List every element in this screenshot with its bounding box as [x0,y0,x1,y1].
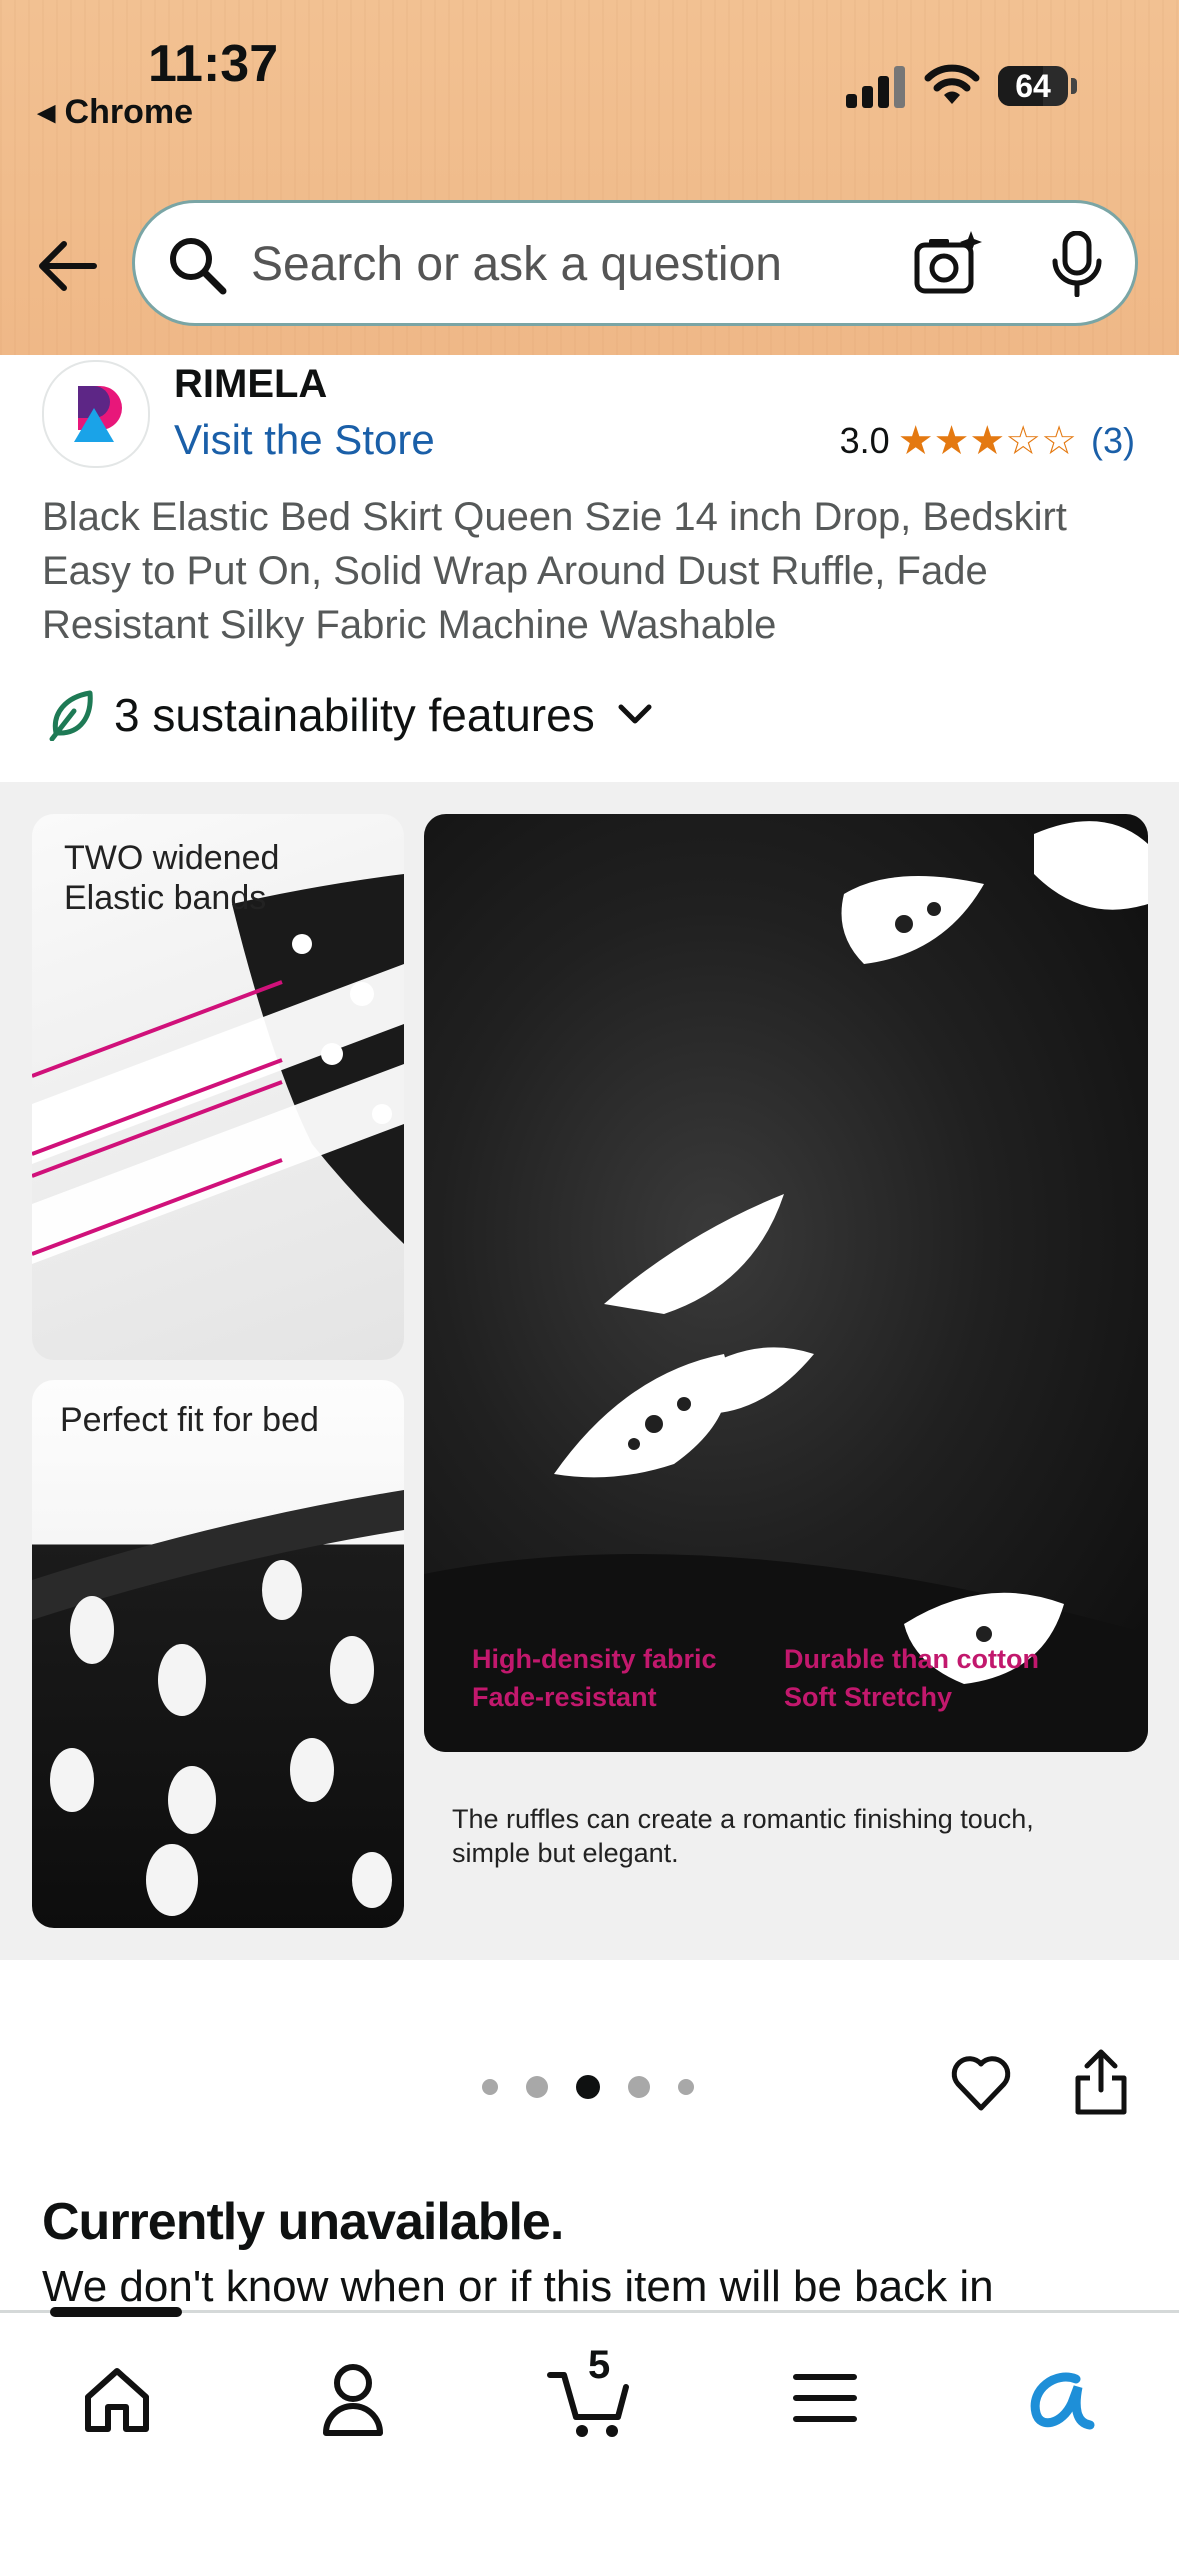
active-tab-indicator [50,2307,182,2317]
search-bar[interactable] [132,200,1138,326]
share-icon[interactable] [1072,2048,1130,2116]
image-caption: The ruffles can create a romantic finish… [452,1802,1132,1870]
camera-search-icon[interactable] [913,229,983,299]
ruffle-pattern-illustration [32,1490,404,1916]
star-empty-icon: ☆ [1005,419,1042,463]
butterfly-fabric-illustration [424,821,1148,1752]
heart-icon[interactable] [950,2052,1012,2114]
product-image-gallery[interactable]: TWO widened Elastic bands Perfect fit fo… [0,782,1179,1960]
caption-line: The ruffles can create a romantic finish… [452,1804,1034,1834]
rating-summary[interactable]: 3.0 ★ ★ ★ ☆ ☆ (3) [840,420,1135,462]
brand-logo-mark [74,386,122,442]
product-title: Black Elastic Bed Skirt Queen Szie 14 in… [42,495,1067,647]
wifi-icon [924,64,980,104]
search-icon [170,238,227,295]
pagination-dot[interactable] [526,2076,548,2098]
search-input[interactable] [249,203,893,325]
star-full-icon: ★ [897,419,934,463]
sustainability-label: 3 sustainability features [114,689,595,741]
caption-line: simple but elegant. [452,1838,679,1868]
leaf-icon [49,690,93,741]
perfect-fit-image: Perfect fit for bed [32,1380,404,1928]
pagination-dot-active[interactable] [576,2075,600,2099]
visit-store-link[interactable]: Visit the Store [174,416,435,464]
pagination-dot[interactable] [628,2076,650,2098]
bottom-navigation-bar: 5 [0,2307,1179,2556]
rufus-ai-icon[interactable] [1016,2353,1106,2443]
battery-icon: 64 [998,66,1068,106]
image-pagination-dots[interactable] [482,2072,722,2102]
back-to-app-link[interactable]: ◂ Chrome [38,92,193,132]
back-arrow-icon[interactable] [34,236,100,296]
battery-level: 64 [1015,68,1051,104]
feature-text: Fade-resistant [472,1682,657,1712]
feature-text: Durable than cotton [784,1644,1039,1674]
sustainability-features-toggle[interactable]: 3 sustainability features [48,688,653,742]
brand-name: RIMELA [174,362,328,406]
elastic-bands-image: TWO widened Elastic bands [32,814,404,1360]
tile-label-line: Elastic bands [64,879,267,917]
chevron-down-icon [618,704,652,724]
rating-value: 3.0 [839,420,890,461]
status-time: 11:37 [148,35,279,93]
pagination-dot[interactable] [678,2079,694,2095]
availability-heading: Currently unavailable. [42,2193,564,2251]
app-header: 11:37 ◂ Chrome 64 [0,0,1179,355]
menu-icon[interactable] [780,2353,870,2443]
pagination-dot[interactable] [482,2079,498,2095]
microphone-icon[interactable] [1047,231,1107,297]
availability-message: We don't know when or if this item will … [42,2262,994,2311]
tile-label-perfect-fit: Perfect fit for bed [60,1401,319,1439]
back-triangle-icon: ◂ [38,93,56,131]
feature-text: Soft Stretchy [784,1682,953,1712]
cart-count-badge: 5 [588,2343,611,2387]
star-full-icon: ★ [969,419,1006,463]
brand-logo[interactable] [42,360,150,468]
back-app-label: Chrome [64,93,193,131]
cellular-signal-icon [846,64,906,108]
star-empty-icon: ☆ [1041,419,1077,463]
home-icon[interactable] [72,2353,162,2443]
feature-text: High-density fabric [472,1644,717,1674]
battery-cap [1071,78,1077,94]
fabric-closeup-image: High-density fabric Fade-resistant Durab… [424,814,1148,1752]
tile-label-line: TWO widened [64,839,280,877]
review-count-link[interactable]: (3) [1091,420,1135,462]
star-full-icon: ★ [933,419,970,463]
account-icon[interactable] [308,2353,398,2443]
